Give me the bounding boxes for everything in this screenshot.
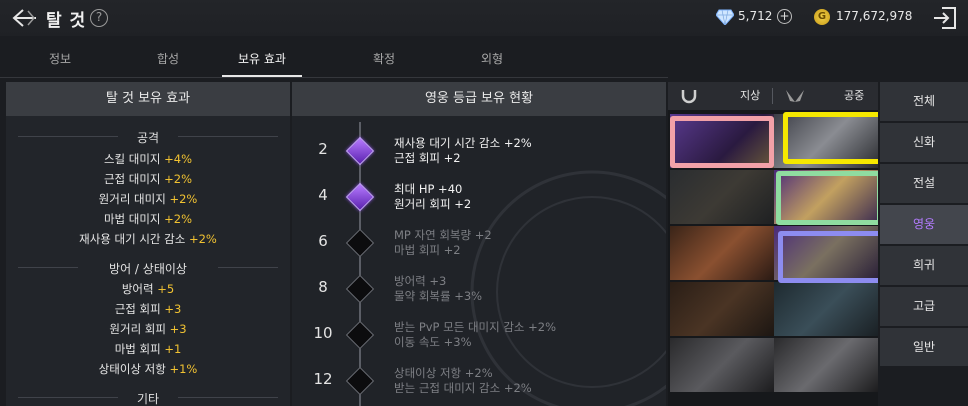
stat-line: 방어력 +5 <box>121 282 175 296</box>
attack-section-title: 공격 <box>136 131 160 145</box>
help-icon[interactable]: ? <box>90 9 108 27</box>
top-bar: 탈 것 ? 5,712 + G 177,672,978 <box>0 0 968 36</box>
tier-locked-diamond <box>345 274 375 304</box>
back-arrow-icon[interactable] <box>10 6 38 30</box>
stat-line: 원거리 회피 +3 <box>109 322 187 336</box>
tier-effects: 상태이상 저항 +2% 받는 근접 대미지 감소 +2% <box>394 366 532 395</box>
grade-filter-legendary[interactable]: 전설 <box>880 164 968 205</box>
tab-synthesis[interactable]: 합성 <box>128 50 208 67</box>
stat-line: 근접 대미지 +2% <box>103 172 193 186</box>
mount-type-header: 지상 공중 <box>668 82 878 110</box>
highlight-frame-pink <box>670 116 774 168</box>
stat-line: 마법 대미지 +2% <box>103 212 193 226</box>
tier-level: 10 <box>313 324 333 342</box>
tier-level: 8 <box>318 278 328 296</box>
other-section-title: 기타 <box>136 392 160 406</box>
mount-card[interactable] <box>670 282 774 336</box>
tier-locked-diamond <box>345 320 375 350</box>
tier-effects: 방어력 +3 물약 회복률 +3% <box>394 274 483 303</box>
stat-line: 상태이상 저항 +1% <box>98 362 198 376</box>
grade-filter-rare[interactable]: 희귀 <box>880 246 968 287</box>
gold-coin-icon: G <box>814 9 830 25</box>
tab-appearance[interactable]: 외형 <box>452 50 532 67</box>
gold-count: 177,672,978 <box>836 9 913 23</box>
grade-filter-mythic[interactable]: 신화 <box>880 123 968 164</box>
hero-grade-status-panel: 영웅 등급 보유 현황 2 재사용 대기 시간 감소 +2% 근접 회피 +2 4… <box>292 82 666 406</box>
grade-filter-hero[interactable]: 영웅 <box>880 205 968 246</box>
tier-locked-diamond <box>345 228 375 258</box>
stat-line: 근접 회피 +3 <box>114 302 182 316</box>
tier-level: 12 <box>313 370 333 388</box>
tier-achieved-diamond <box>345 136 375 166</box>
tier-achieved-diamond <box>345 182 375 212</box>
exit-icon[interactable] <box>932 5 958 31</box>
tab-bar: 정보 합성 보유 효과 확정 외형 <box>0 44 668 78</box>
diamond-currency-icon <box>716 9 734 25</box>
mount-card[interactable] <box>670 226 774 280</box>
header-divider <box>772 88 773 104</box>
mount-collection-grid: 지상 공중 <box>668 82 878 406</box>
grade-filter-common[interactable]: 일반 <box>880 328 968 368</box>
mount-card[interactable] <box>670 170 774 224</box>
ground-mount-label: 지상 <box>740 89 761 102</box>
tier-effects: 재사용 대기 시간 감소 +2% 근접 회피 +2 <box>394 136 532 165</box>
tier-level: 2 <box>318 140 328 158</box>
horseshoe-icon <box>681 90 697 104</box>
tab-divider <box>0 77 668 78</box>
stat-line: 원거리 대미지 +2% <box>98 192 198 206</box>
grade-filter-menu: 전체 신화 전설 영웅 희귀 고급 일반 <box>880 82 968 368</box>
add-diamond-button[interactable]: + <box>777 9 792 24</box>
holding-effects-panel: 탈 것 보유 효과 공격 스킬 대미지 +4% 근접 대미지 +2% 원거리 대… <box>6 82 290 406</box>
stat-line: 스킬 대미지 +4% <box>103 152 193 166</box>
wings-icon <box>786 90 804 102</box>
tab-info[interactable]: 정보 <box>20 50 100 67</box>
highlight-frame-blue <box>778 231 878 283</box>
holding-effects-title: 탈 것 보유 효과 <box>6 82 290 116</box>
page-title: 탈 것 <box>46 11 87 31</box>
highlight-frame-green <box>776 171 878 225</box>
mount-card[interactable] <box>774 338 878 392</box>
hero-grade-status-title: 영웅 등급 보유 현황 <box>292 82 666 116</box>
tier-effects: 최대 HP +40 원거리 회피 +2 <box>394 182 472 211</box>
tab-confirm[interactable]: 확정 <box>344 50 424 67</box>
defense-section-title: 방어 / 상태이상 <box>109 262 187 276</box>
air-mount-label: 공중 <box>844 89 865 102</box>
active-tab-indicator <box>222 75 302 77</box>
stat-line: 재사용 대기 시간 감소 +2% <box>79 232 217 246</box>
tier-level: 6 <box>318 232 328 250</box>
mount-card[interactable] <box>774 282 878 336</box>
grade-filter-advanced[interactable]: 고급 <box>880 287 968 328</box>
diamond-count: 5,712 <box>738 9 773 23</box>
mount-card[interactable] <box>670 338 774 392</box>
tier-level: 4 <box>318 186 328 204</box>
grade-filter-all[interactable]: 전체 <box>880 82 968 123</box>
tier-locked-diamond <box>345 366 375 396</box>
highlight-frame-yellow <box>783 112 878 164</box>
tier-effects: 받는 PvP 모든 대미지 감소 +2% 이동 속도 +3% <box>394 320 557 349</box>
tab-holding-effects[interactable]: 보유 효과 <box>222 50 302 67</box>
tier-effects: MP 자연 회복량 +2 마법 회피 +2 <box>394 228 492 257</box>
stat-line: 마법 회피 +1 <box>114 342 182 356</box>
